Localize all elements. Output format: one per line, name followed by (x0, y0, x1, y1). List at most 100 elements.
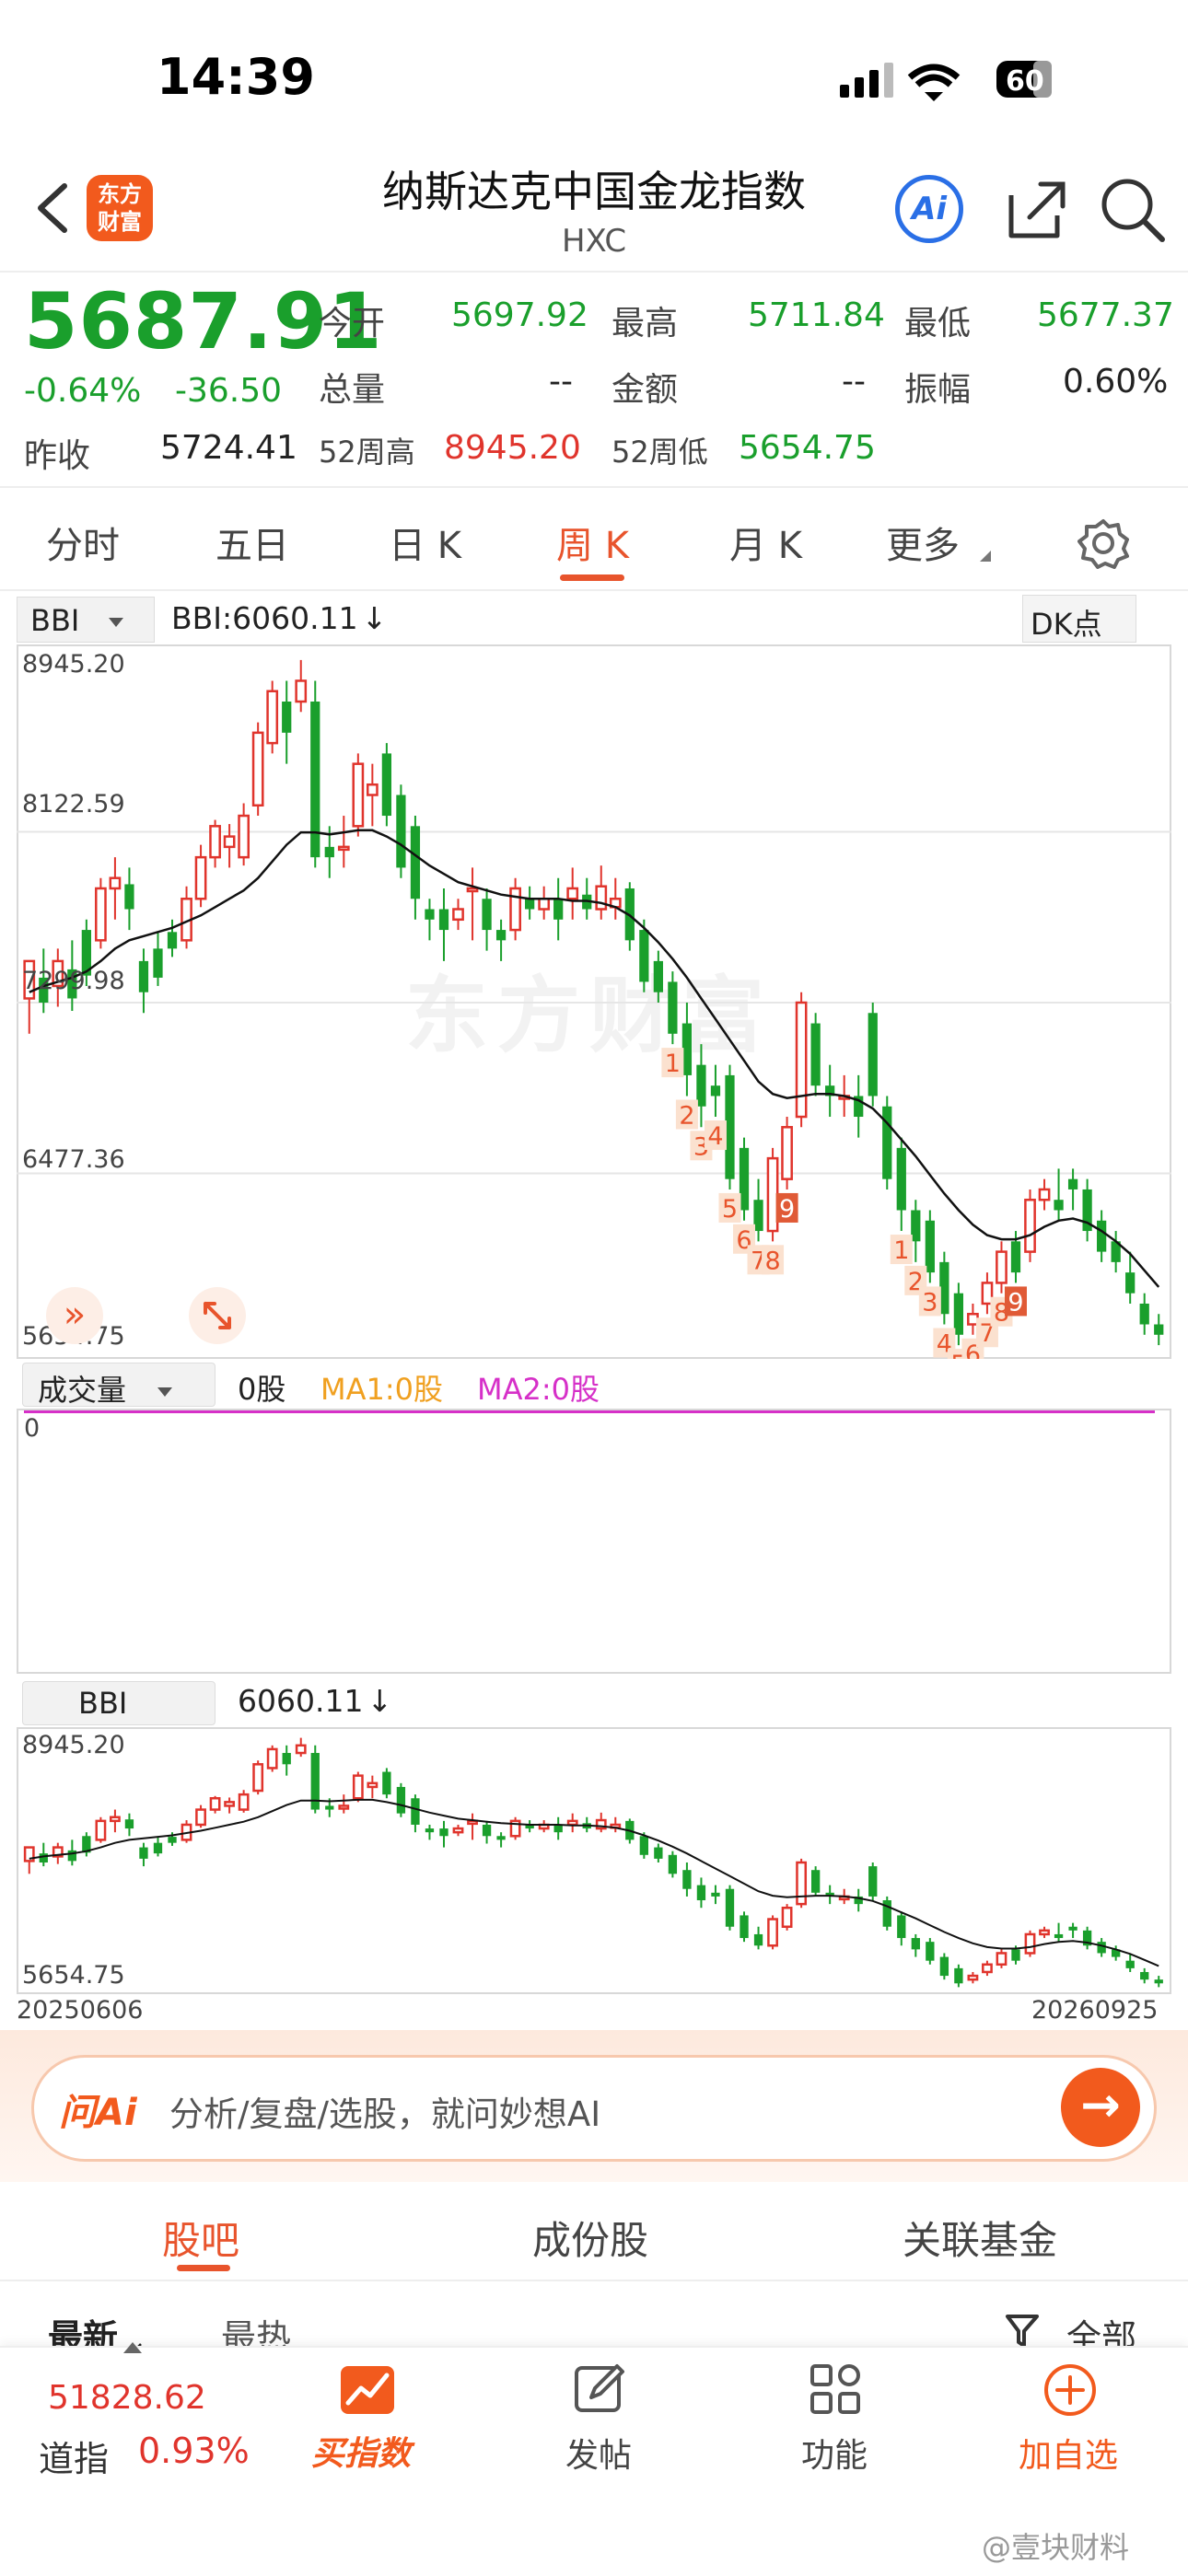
candle-body-down (553, 899, 564, 920)
ticker-percent[interactable]: 0.93% (138, 2431, 250, 2471)
candlestick-chart[interactable]: 123456789123456789 (17, 644, 1171, 1359)
seq-label: 3 (922, 1288, 938, 1317)
candle-body-down (410, 826, 421, 899)
buy-index-icon[interactable] (339, 2364, 396, 2419)
signal-bar-4 (884, 63, 893, 98)
candle-body-up (795, 1001, 808, 1119)
subtab-constituents[interactable]: 成份股 (532, 2210, 648, 2266)
candle-body-down (495, 930, 507, 941)
bbi-selector[interactable]: BBI (22, 1681, 215, 1745)
candle-body-up (595, 885, 608, 911)
candle-body-up (566, 887, 579, 900)
dk-point-button[interactable]: DK点 (1022, 595, 1136, 643)
low-value: 5677.37 (1037, 296, 1174, 334)
tab-weekly-k[interactable]: 周 K (556, 516, 629, 569)
candle-body-up (337, 845, 350, 852)
functions-label[interactable]: 功能 (801, 2429, 868, 2477)
candle-body-up (1039, 1929, 1050, 1936)
wifi-icon (925, 92, 943, 101)
candle-body-down (653, 960, 663, 992)
prev-close-label: 昨收 (24, 437, 91, 475)
tab-five-day[interactable]: 五日 (215, 516, 289, 569)
ticker-name[interactable]: 道指 (39, 2431, 109, 2481)
add-watchlist-label[interactable]: 加自选 (1019, 2429, 1118, 2477)
volume-zero-label: 0 (24, 1414, 41, 1443)
filter-funnel-icon[interactable] (1004, 2313, 1041, 2350)
post-label[interactable]: 发帖 (565, 2429, 632, 2477)
caret-up-icon (123, 2342, 142, 2353)
candle-body-down (138, 960, 149, 992)
seq-label: 4 (707, 1122, 723, 1151)
candle-body-down (911, 1938, 920, 1950)
candle-body-up (982, 1963, 993, 1974)
candle-body-down (897, 1915, 906, 1939)
seq-label: 2 (679, 1101, 694, 1130)
candle-body-down (1068, 1926, 1077, 1931)
seq-label: 9 (779, 1195, 795, 1224)
candle-body-up (452, 1827, 464, 1834)
bbi-panel-readout: 6060.11 ↓ (238, 1683, 392, 1719)
volume-selector[interactable]: 成交量 (22, 1363, 215, 1408)
candle-body-up (194, 855, 207, 900)
candle-body-up (781, 1906, 793, 1928)
candle-body-up (110, 1816, 121, 1823)
tab-monthly-k[interactable]: 月 K (729, 516, 802, 569)
candle-body-up (509, 887, 521, 932)
search-icon[interactable] (1098, 175, 1168, 245)
volume-readout: 0股 (238, 1372, 286, 1407)
candle-body-down (954, 1967, 963, 1984)
tab-daily-k[interactable]: 日 K (389, 516, 461, 569)
bbi-axis-bottom: 5654.75 (22, 1961, 125, 1990)
open-label: 今开 (319, 305, 386, 342)
functions-grid-icon[interactable] (809, 2362, 862, 2416)
bbi-mini-chart[interactable] (17, 1727, 1171, 1994)
candle-body-up (367, 1781, 379, 1789)
ticker-value[interactable]: 51828.62 (48, 2379, 206, 2417)
candle-body-up (1024, 1198, 1036, 1253)
post-edit-icon[interactable] (573, 2362, 626, 2416)
fullscreen-icon[interactable] (189, 1287, 246, 1344)
candle-body-up (352, 762, 365, 828)
candle-body-up (195, 1808, 206, 1827)
bbi-readout-value: BBI:6060.11 (171, 600, 358, 636)
candle-body-up (996, 1250, 1007, 1284)
candle-body-down (1154, 1324, 1164, 1335)
candle-body-up (996, 1952, 1007, 1967)
candle-body-down (1140, 1971, 1149, 1980)
axis-label-3: 7299.98 (22, 967, 125, 995)
buy-index-label[interactable]: 买指数 (311, 2427, 411, 2475)
ask-submit-arrow-icon[interactable]: → (1061, 2068, 1140, 2147)
candle-body-down (425, 1828, 435, 1833)
candle-body-down (124, 1819, 134, 1829)
candle-body-down (1054, 1933, 1064, 1939)
seq-label: 9 (1007, 1288, 1023, 1317)
bbi-readout: BBI:6060.11 ↓ (171, 600, 387, 636)
add-watchlist-icon[interactable] (1042, 2362, 1098, 2418)
expand-left-icon[interactable]: » (46, 1287, 103, 1344)
candle-body-up (352, 1774, 364, 1800)
seq-label: 1 (893, 1236, 909, 1265)
subtab-related-funds[interactable]: 关联基金 (903, 2210, 1057, 2266)
candle-body-up (95, 1819, 107, 1841)
signal-bar-1 (840, 85, 849, 98)
subtab-underline (177, 2265, 230, 2271)
candle-body-down (753, 1933, 763, 1946)
tab-more[interactable]: 更多 (886, 516, 960, 569)
corner-watermark: @壹块财料 (982, 2530, 1130, 2565)
ai-icon[interactable]: Ai (895, 175, 963, 243)
axis-label-4: 6477.36 (22, 1145, 125, 1174)
ma2-readout: MA2:0股 (477, 1372, 600, 1407)
seq-label: 5 (722, 1195, 738, 1224)
tab-intraday[interactable]: 分时 (46, 516, 120, 569)
candle-body-down (381, 753, 392, 817)
candle-body-up (466, 887, 479, 893)
share-icon[interactable] (1004, 177, 1070, 243)
candle-body-down (396, 1786, 406, 1814)
candle-body-down (396, 795, 406, 868)
candle-body-up (209, 825, 221, 859)
settings-gear-icon[interactable] (1077, 517, 1129, 569)
subtab-forum[interactable]: 股吧 (162, 2210, 239, 2266)
indicator-selector[interactable]: BBI (17, 597, 155, 643)
candle-body-down (425, 909, 435, 920)
change-percent: -0.64% (24, 372, 142, 410)
